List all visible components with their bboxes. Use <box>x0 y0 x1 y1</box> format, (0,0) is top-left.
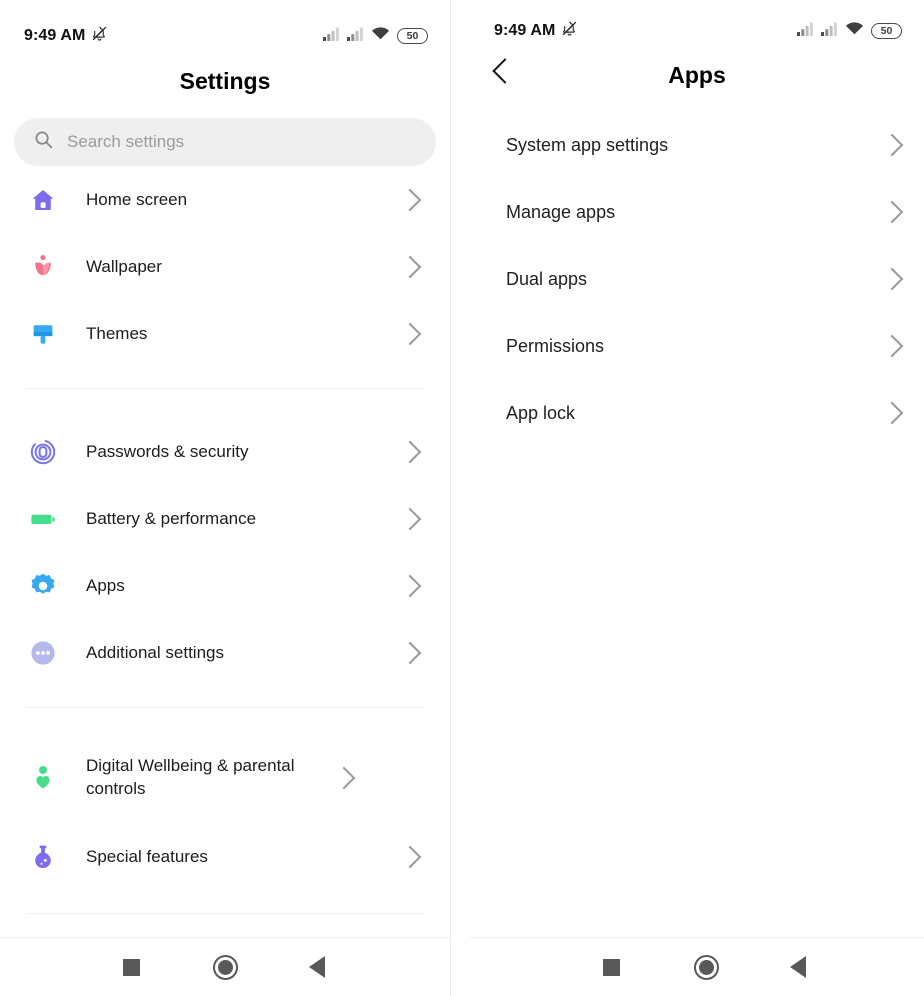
dual-screenshot-container: 9:49 AM 50 Settings Search settings Home… <box>0 0 924 996</box>
settings-row-passwords-security[interactable]: Passwords & security <box>26 422 424 482</box>
page-title: Apps <box>668 62 726 88</box>
settings-row-wallpaper[interactable]: Wallpaper <box>26 237 424 297</box>
settings-row-digital-wellbeing[interactable]: Digital Wellbeing & parental controls <box>26 742 424 814</box>
cellular-signal-icon <box>347 27 364 46</box>
right-phone-screen: 9:49 AM 50 Apps System app settings Mana… <box>470 0 924 996</box>
status-bar-right-group: 50 <box>797 21 902 41</box>
chevron-right-icon <box>398 440 422 464</box>
chevron-right-icon <box>398 507 422 531</box>
more-dots-icon <box>26 636 60 670</box>
wellbeing-person-heart-icon <box>26 761 60 795</box>
settings-row-special-features[interactable]: Special features <box>26 827 424 887</box>
triangle-back-icon[interactable] <box>775 944 821 990</box>
home-icon <box>26 183 60 217</box>
apps-row-system-app-settings[interactable]: System app settings <box>506 119 906 171</box>
battery-icon <box>26 502 60 536</box>
settings-row-label: Digital Wellbeing & parental controls <box>86 756 295 798</box>
system-navigation-bar-left <box>0 937 450 996</box>
search-settings-bar[interactable]: Search settings <box>14 118 436 166</box>
triangle-back-icon[interactable] <box>294 944 340 990</box>
cellular-signal-icon <box>323 27 340 46</box>
settings-row-label: Apps <box>86 575 125 595</box>
settings-row-label: Themes <box>86 323 148 343</box>
tulip-flower-icon <box>26 250 60 284</box>
status-bar-left-group: 9:49 AM <box>494 20 578 42</box>
page-title: Settings <box>179 68 271 94</box>
status-bar-right: 9:49 AM 50 <box>470 16 924 46</box>
chevron-right-icon <box>398 255 422 279</box>
search-input[interactable]: Search settings <box>67 132 184 152</box>
settings-row-home-screen[interactable]: Home screen <box>26 170 424 230</box>
circle-home-icon[interactable] <box>683 944 729 990</box>
square-recents-icon[interactable] <box>108 944 154 990</box>
status-bar-clock: 9:49 AM <box>24 27 86 44</box>
notifications-muted-icon <box>561 20 578 42</box>
group-divider <box>26 388 424 389</box>
apps-row-dual-apps[interactable]: Dual apps <box>506 253 906 305</box>
settings-row-label: Home screen <box>86 189 188 209</box>
chevron-right-icon <box>880 401 904 425</box>
square-recents-icon[interactable] <box>588 944 634 990</box>
chevron-right-icon <box>880 334 904 358</box>
group-divider <box>26 707 424 708</box>
apps-row-label: System app settings <box>506 134 669 155</box>
chevron-right-icon <box>398 574 422 598</box>
apps-row-label: Manage apps <box>506 201 616 222</box>
chevron-right-icon <box>398 322 422 346</box>
gear-icon <box>26 569 60 603</box>
apps-row-label: App lock <box>506 402 576 423</box>
settings-row-apps[interactable]: Apps <box>26 556 424 616</box>
settings-row-label: Wallpaper <box>86 256 162 276</box>
settings-row-battery-performance[interactable]: Battery & performance <box>26 489 424 549</box>
fingerprint-icon <box>26 435 60 469</box>
battery-status-icon: 50 <box>397 28 428 44</box>
battery-status-icon: 50 <box>871 23 902 39</box>
left-phone-screen: 9:49 AM 50 Settings Search settings Home… <box>0 0 450 996</box>
status-bar-right-group: 50 <box>323 26 428 46</box>
chevron-right-icon <box>332 766 356 790</box>
settings-row-themes[interactable]: Themes <box>26 304 424 364</box>
chevron-right-icon <box>398 641 422 665</box>
chevron-right-icon <box>398 188 422 212</box>
circle-home-icon[interactable] <box>202 944 248 990</box>
notifications-muted-icon <box>91 25 108 47</box>
status-bar-left-group: 9:49 AM <box>24 25 108 47</box>
settings-row-label: Battery & performance <box>86 508 257 528</box>
settings-row-label: Passwords & security <box>86 441 249 461</box>
settings-row-label: Additional settings <box>86 642 224 662</box>
cellular-signal-icon <box>821 22 838 41</box>
chevron-right-icon <box>880 133 904 157</box>
wifi-icon <box>845 21 864 41</box>
apps-row-label: Dual apps <box>506 268 588 289</box>
panel-divider-line <box>450 0 451 996</box>
status-bar-left: 9:49 AM 50 <box>0 21 450 51</box>
settings-row-label: Special features <box>86 846 208 866</box>
cellular-signal-icon <box>797 22 814 41</box>
apps-row-app-lock[interactable]: App lock <box>506 387 906 439</box>
status-bar-clock: 9:49 AM <box>494 22 556 39</box>
search-icon <box>34 130 53 154</box>
paint-brush-icon <box>26 317 60 351</box>
settings-row-additional-settings[interactable]: Additional settings <box>26 623 424 683</box>
system-navigation-bar-right <box>470 937 924 996</box>
wifi-icon <box>371 26 390 46</box>
group-divider <box>26 913 424 914</box>
flask-potion-icon <box>26 840 60 874</box>
apps-row-label: Permissions <box>506 335 605 356</box>
apps-row-manage-apps[interactable]: Manage apps <box>506 186 906 238</box>
chevron-right-icon <box>880 200 904 224</box>
chevron-right-icon <box>398 845 422 869</box>
apps-row-permissions[interactable]: Permissions <box>506 320 906 372</box>
chevron-right-icon <box>880 267 904 291</box>
